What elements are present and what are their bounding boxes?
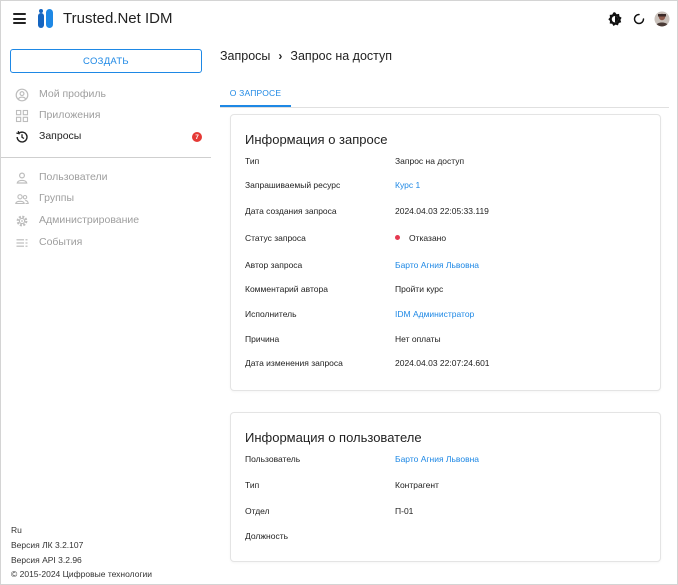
requests-count-badge: 7 xyxy=(192,132,202,142)
field-value: Контрагент xyxy=(395,480,439,490)
breadcrumb-separator-icon: › xyxy=(278,49,283,63)
field-label: Исполнитель xyxy=(245,309,297,319)
info-row-user: Пользователь Барто Агния Львовна xyxy=(245,454,655,468)
info-row-executor: Исполнитель IDM Администратор xyxy=(245,309,655,323)
field-label: Тип xyxy=(245,156,260,166)
breadcrumb-current: Запрос на доступ xyxy=(290,49,393,63)
tabs-divider xyxy=(220,107,669,108)
apps-grid-icon xyxy=(15,109,29,123)
field-label: Комментарий автора xyxy=(245,284,328,294)
sidebar-item-groups[interactable]: Группы xyxy=(1,189,211,209)
breadcrumb: Запросы › Запрос на доступ xyxy=(220,49,392,63)
field-label: Должность xyxy=(245,531,289,541)
sidebar-item-label: Приложения xyxy=(39,109,101,121)
executor-link[interactable]: IDM Администратор xyxy=(395,309,474,319)
card-title: Информация о запросе xyxy=(245,132,388,147)
create-button[interactable]: СОЗДАТЬ xyxy=(10,49,202,73)
copyright: © 2015-2024 Цифровые технологии xyxy=(11,569,153,579)
sidebar-item-administration[interactable]: Администрирование xyxy=(1,211,211,231)
field-label: Дата изменения запроса xyxy=(245,358,343,368)
field-label: Автор запроса xyxy=(245,260,303,270)
sidebar-item-label: Мой профиль xyxy=(39,88,106,100)
version-lk: Версия ЛК 3.2.107 xyxy=(11,540,84,550)
info-row-reason: Причина Нет оплаты xyxy=(245,334,655,348)
top-bar: Trusted.Net IDM xyxy=(1,1,678,37)
menu-icon[interactable] xyxy=(13,13,26,24)
info-row-user-type: Тип Контрагент xyxy=(245,480,655,494)
app-window: Trusted.Net IDM СОЗДАТЬ Мой профиль Прил… xyxy=(0,0,678,585)
sidebar-item-profile[interactable]: Мой профиль xyxy=(1,85,211,105)
status-text: Отказано xyxy=(409,233,447,243)
user-circle-icon xyxy=(15,88,29,102)
field-value: 2024.04.03 22:07:24.601 xyxy=(395,358,490,368)
sidebar-item-label: Пользователи xyxy=(39,171,108,183)
status-dot-icon xyxy=(395,235,400,240)
app-title: Trusted.Net IDM xyxy=(63,10,173,27)
request-info-card: Информация о запросе Тип Запрос на досту… xyxy=(230,114,661,391)
card-title: Информация о пользователе xyxy=(245,430,422,445)
author-link[interactable]: Барто Агния Львовна xyxy=(395,260,479,270)
info-row-type: Тип Запрос на доступ xyxy=(245,156,655,170)
sidebar-divider xyxy=(1,157,211,158)
avatar[interactable] xyxy=(654,11,670,27)
resource-link[interactable]: Курс 1 xyxy=(395,180,420,190)
field-label: Статус запроса xyxy=(245,233,306,243)
language-switch[interactable]: Ru xyxy=(11,525,22,535)
sidebar-item-requests[interactable]: Запросы 7 xyxy=(1,127,211,147)
field-value: П-01 xyxy=(395,506,414,516)
info-row-author: Автор запроса Барто Агния Львовна xyxy=(245,260,655,274)
sidebar-item-apps[interactable]: Приложения xyxy=(1,106,211,126)
theme-toggle-icon[interactable] xyxy=(607,11,623,27)
info-row-resource: Запрашиваемый ресурс Курс 1 xyxy=(245,180,655,194)
field-value: Пройти курс xyxy=(395,284,444,294)
info-row-department: Отдел П-01 xyxy=(245,506,655,520)
info-row-created: Дата создания запроса 2024.04.03 22:05:3… xyxy=(245,206,655,220)
field-value: 2024.04.03 22:05:33.119 xyxy=(395,206,489,216)
status-value: Отказано xyxy=(395,233,446,243)
info-row-position: Должность xyxy=(245,531,655,545)
info-row-modified: Дата изменения запроса 2024.04.03 22:07:… xyxy=(245,358,655,372)
info-row-comment: Комментарий автора Пройти курс xyxy=(245,284,655,298)
field-value: Запрос на доступ xyxy=(395,156,465,166)
sidebar-item-label: Администрирование xyxy=(39,214,140,226)
field-label: Тип xyxy=(245,480,260,490)
refresh-icon[interactable] xyxy=(631,11,647,27)
field-label: Пользователь xyxy=(245,454,301,464)
sidebar-item-label: Группы xyxy=(39,192,74,204)
user-info-card: Информация о пользователе Пользователь Б… xyxy=(230,412,661,562)
tab-about-request[interactable]: О ЗАПРОСЕ xyxy=(220,85,291,107)
sidebar-item-users[interactable]: Пользователи xyxy=(1,168,211,188)
breadcrumb-parent[interactable]: Запросы xyxy=(220,49,270,63)
version-api: Версия API 3.2.96 xyxy=(11,555,82,565)
sidebar-item-label: События xyxy=(39,236,83,248)
app-logo xyxy=(38,9,53,28)
field-value: Нет оплаты xyxy=(395,334,441,344)
sidebar: СОЗДАТЬ Мой профиль Приложения Запросы 7… xyxy=(1,37,211,585)
field-label: Отдел xyxy=(245,506,270,516)
gear-icon xyxy=(16,215,28,227)
user-link[interactable]: Барто Агния Львовна xyxy=(395,454,479,464)
group-icon xyxy=(15,194,29,205)
sidebar-item-label: Запросы xyxy=(39,130,82,142)
field-label: Дата создания запроса xyxy=(245,206,337,216)
field-label: Причина xyxy=(245,334,280,344)
user-icon xyxy=(16,172,28,184)
sidebar-item-events[interactable]: События xyxy=(1,233,211,253)
field-label: Запрашиваемый ресурс xyxy=(245,180,341,190)
history-icon xyxy=(16,130,28,143)
info-row-status: Статус запроса Отказано xyxy=(245,233,655,247)
events-list-icon xyxy=(16,239,28,247)
